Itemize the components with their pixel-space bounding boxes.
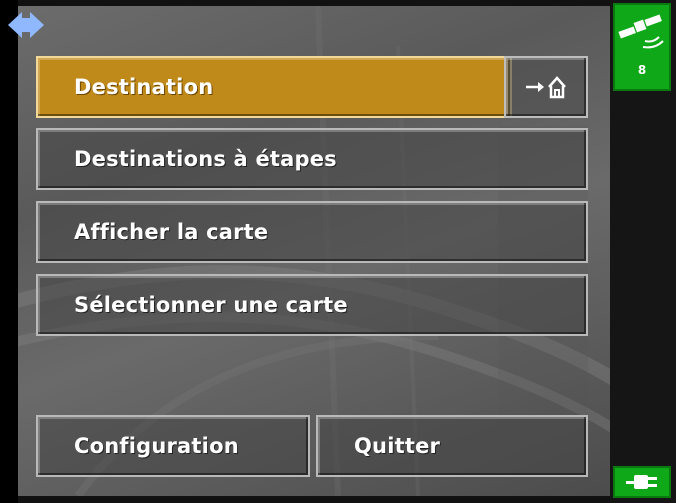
quit-button[interactable]: Quitter — [316, 415, 588, 477]
show-map-button[interactable]: Afficher la carte — [36, 201, 588, 263]
arrow-home-icon — [526, 76, 566, 99]
waypoints-label: Destinations à étapes — [74, 147, 337, 171]
quit-label: Quitter — [354, 434, 441, 458]
select-map-label: Sélectionner une carte — [74, 293, 348, 317]
power-status-button[interactable] — [613, 466, 671, 498]
menu-background: Destination Destinations à étapes Affich… — [18, 6, 610, 496]
satellite-count: 8 — [637, 63, 647, 77]
configuration-button[interactable]: Configuration — [36, 415, 310, 477]
gps-status-panel[interactable]: 8 — [613, 3, 671, 91]
navigation-arrows-icon[interactable] — [6, 8, 46, 42]
destination-label: Destination — [74, 75, 214, 99]
show-map-label: Afficher la carte — [74, 220, 269, 244]
destination-button[interactable]: Destination — [36, 56, 512, 118]
select-map-button[interactable]: Sélectionner une carte — [36, 274, 588, 336]
left-bezel — [0, 0, 18, 503]
configuration-label: Configuration — [74, 434, 239, 458]
satellite-icon — [618, 14, 664, 49]
power-plug-icon — [626, 475, 657, 489]
go-home-button[interactable] — [504, 56, 588, 118]
waypoints-button[interactable]: Destinations à étapes — [36, 128, 588, 190]
